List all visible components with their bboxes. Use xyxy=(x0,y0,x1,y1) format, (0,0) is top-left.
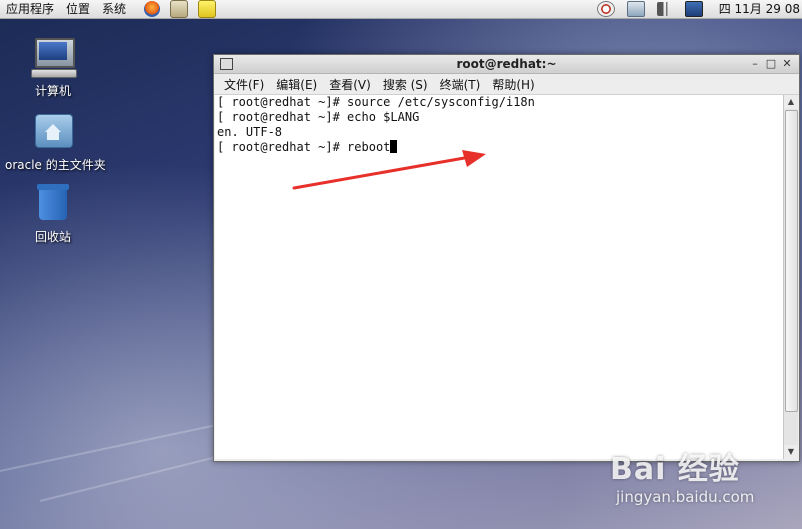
arrow-shaft xyxy=(292,155,472,190)
baidu-watermark: Bai 经验 jingyan.baidu.com xyxy=(610,444,754,506)
watermark-brand: Bai 经验 xyxy=(610,452,740,487)
arrow-head xyxy=(462,150,486,167)
watermark-url: jingyan.baidu.com xyxy=(616,488,755,506)
